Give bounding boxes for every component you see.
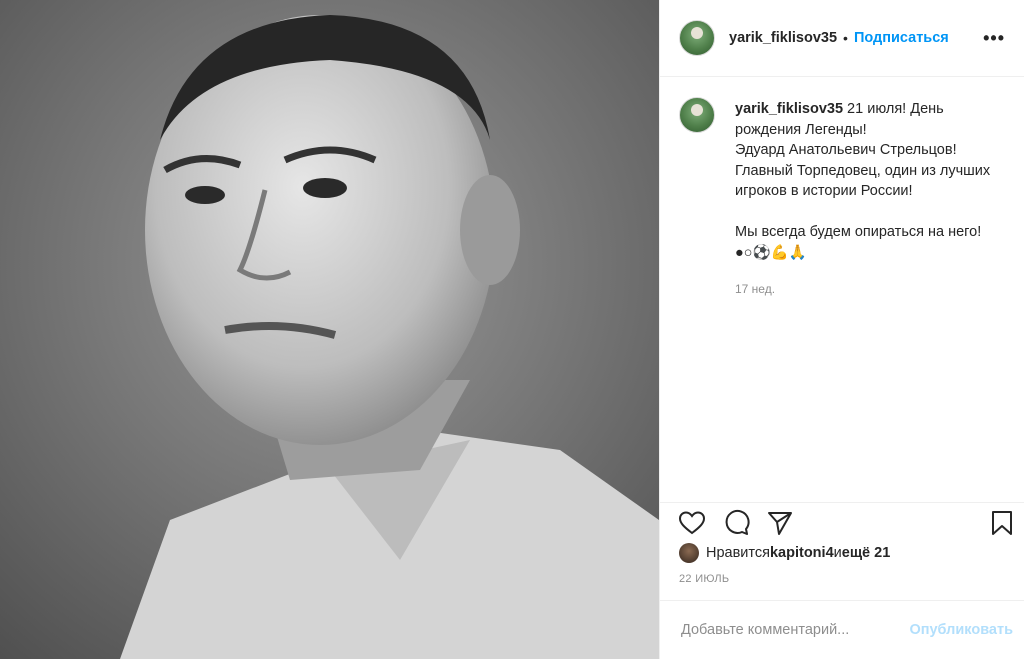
author-username[interactable]: yarik_fiklisov35 xyxy=(729,30,837,46)
caption-area: yarik_fiklisov35 21 июля! День рождения … xyxy=(660,77,1024,497)
publish-button[interactable]: Опубликовать xyxy=(909,622,1013,638)
likes-middle: и xyxy=(833,545,842,561)
liker-username[interactable]: kapitoni4 xyxy=(770,545,834,561)
caption-author-avatar[interactable] xyxy=(679,97,715,133)
caption: yarik_fiklisov35 21 июля! День рождения … xyxy=(735,99,1008,497)
comment-bar: Опубликовать xyxy=(660,600,1024,659)
likes-row: Нравится kapitoni4 и ещё 21 xyxy=(679,543,890,563)
post-header: yarik_fiklisov35 • Подписаться ••• xyxy=(660,0,1024,77)
header-separator: • xyxy=(843,30,848,46)
liker-avatar[interactable] xyxy=(679,543,699,563)
portrait-image xyxy=(0,0,659,659)
comment-input[interactable] xyxy=(679,621,893,639)
caption-text: yarik_fiklisov35 21 июля! День рождения … xyxy=(735,99,1008,263)
post-date[interactable]: 22 ИЮЛЬ xyxy=(679,573,729,585)
post-photo[interactable] xyxy=(0,0,659,659)
caption-username[interactable]: yarik_fiklisov35 xyxy=(735,101,843,117)
author-avatar[interactable] xyxy=(679,20,715,56)
bookmark-icon[interactable] xyxy=(988,509,1016,537)
likes-count[interactable]: ещё 21 xyxy=(842,545,891,561)
caption-body: 21 июля! День рождения Легенды! Эдуард А… xyxy=(735,101,991,261)
more-options-icon[interactable]: ••• xyxy=(983,28,1005,49)
share-icon[interactable] xyxy=(766,509,794,537)
heart-icon[interactable] xyxy=(678,509,706,537)
post-details-panel: yarik_fiklisov35 • Подписаться ••• yarik… xyxy=(659,0,1024,659)
action-bar xyxy=(660,502,1024,538)
caption-time[interactable]: 17 нед. xyxy=(735,279,1008,300)
likes-prefix: Нравится xyxy=(706,545,770,561)
follow-button[interactable]: Подписаться xyxy=(854,30,949,46)
comment-icon[interactable] xyxy=(722,509,750,537)
